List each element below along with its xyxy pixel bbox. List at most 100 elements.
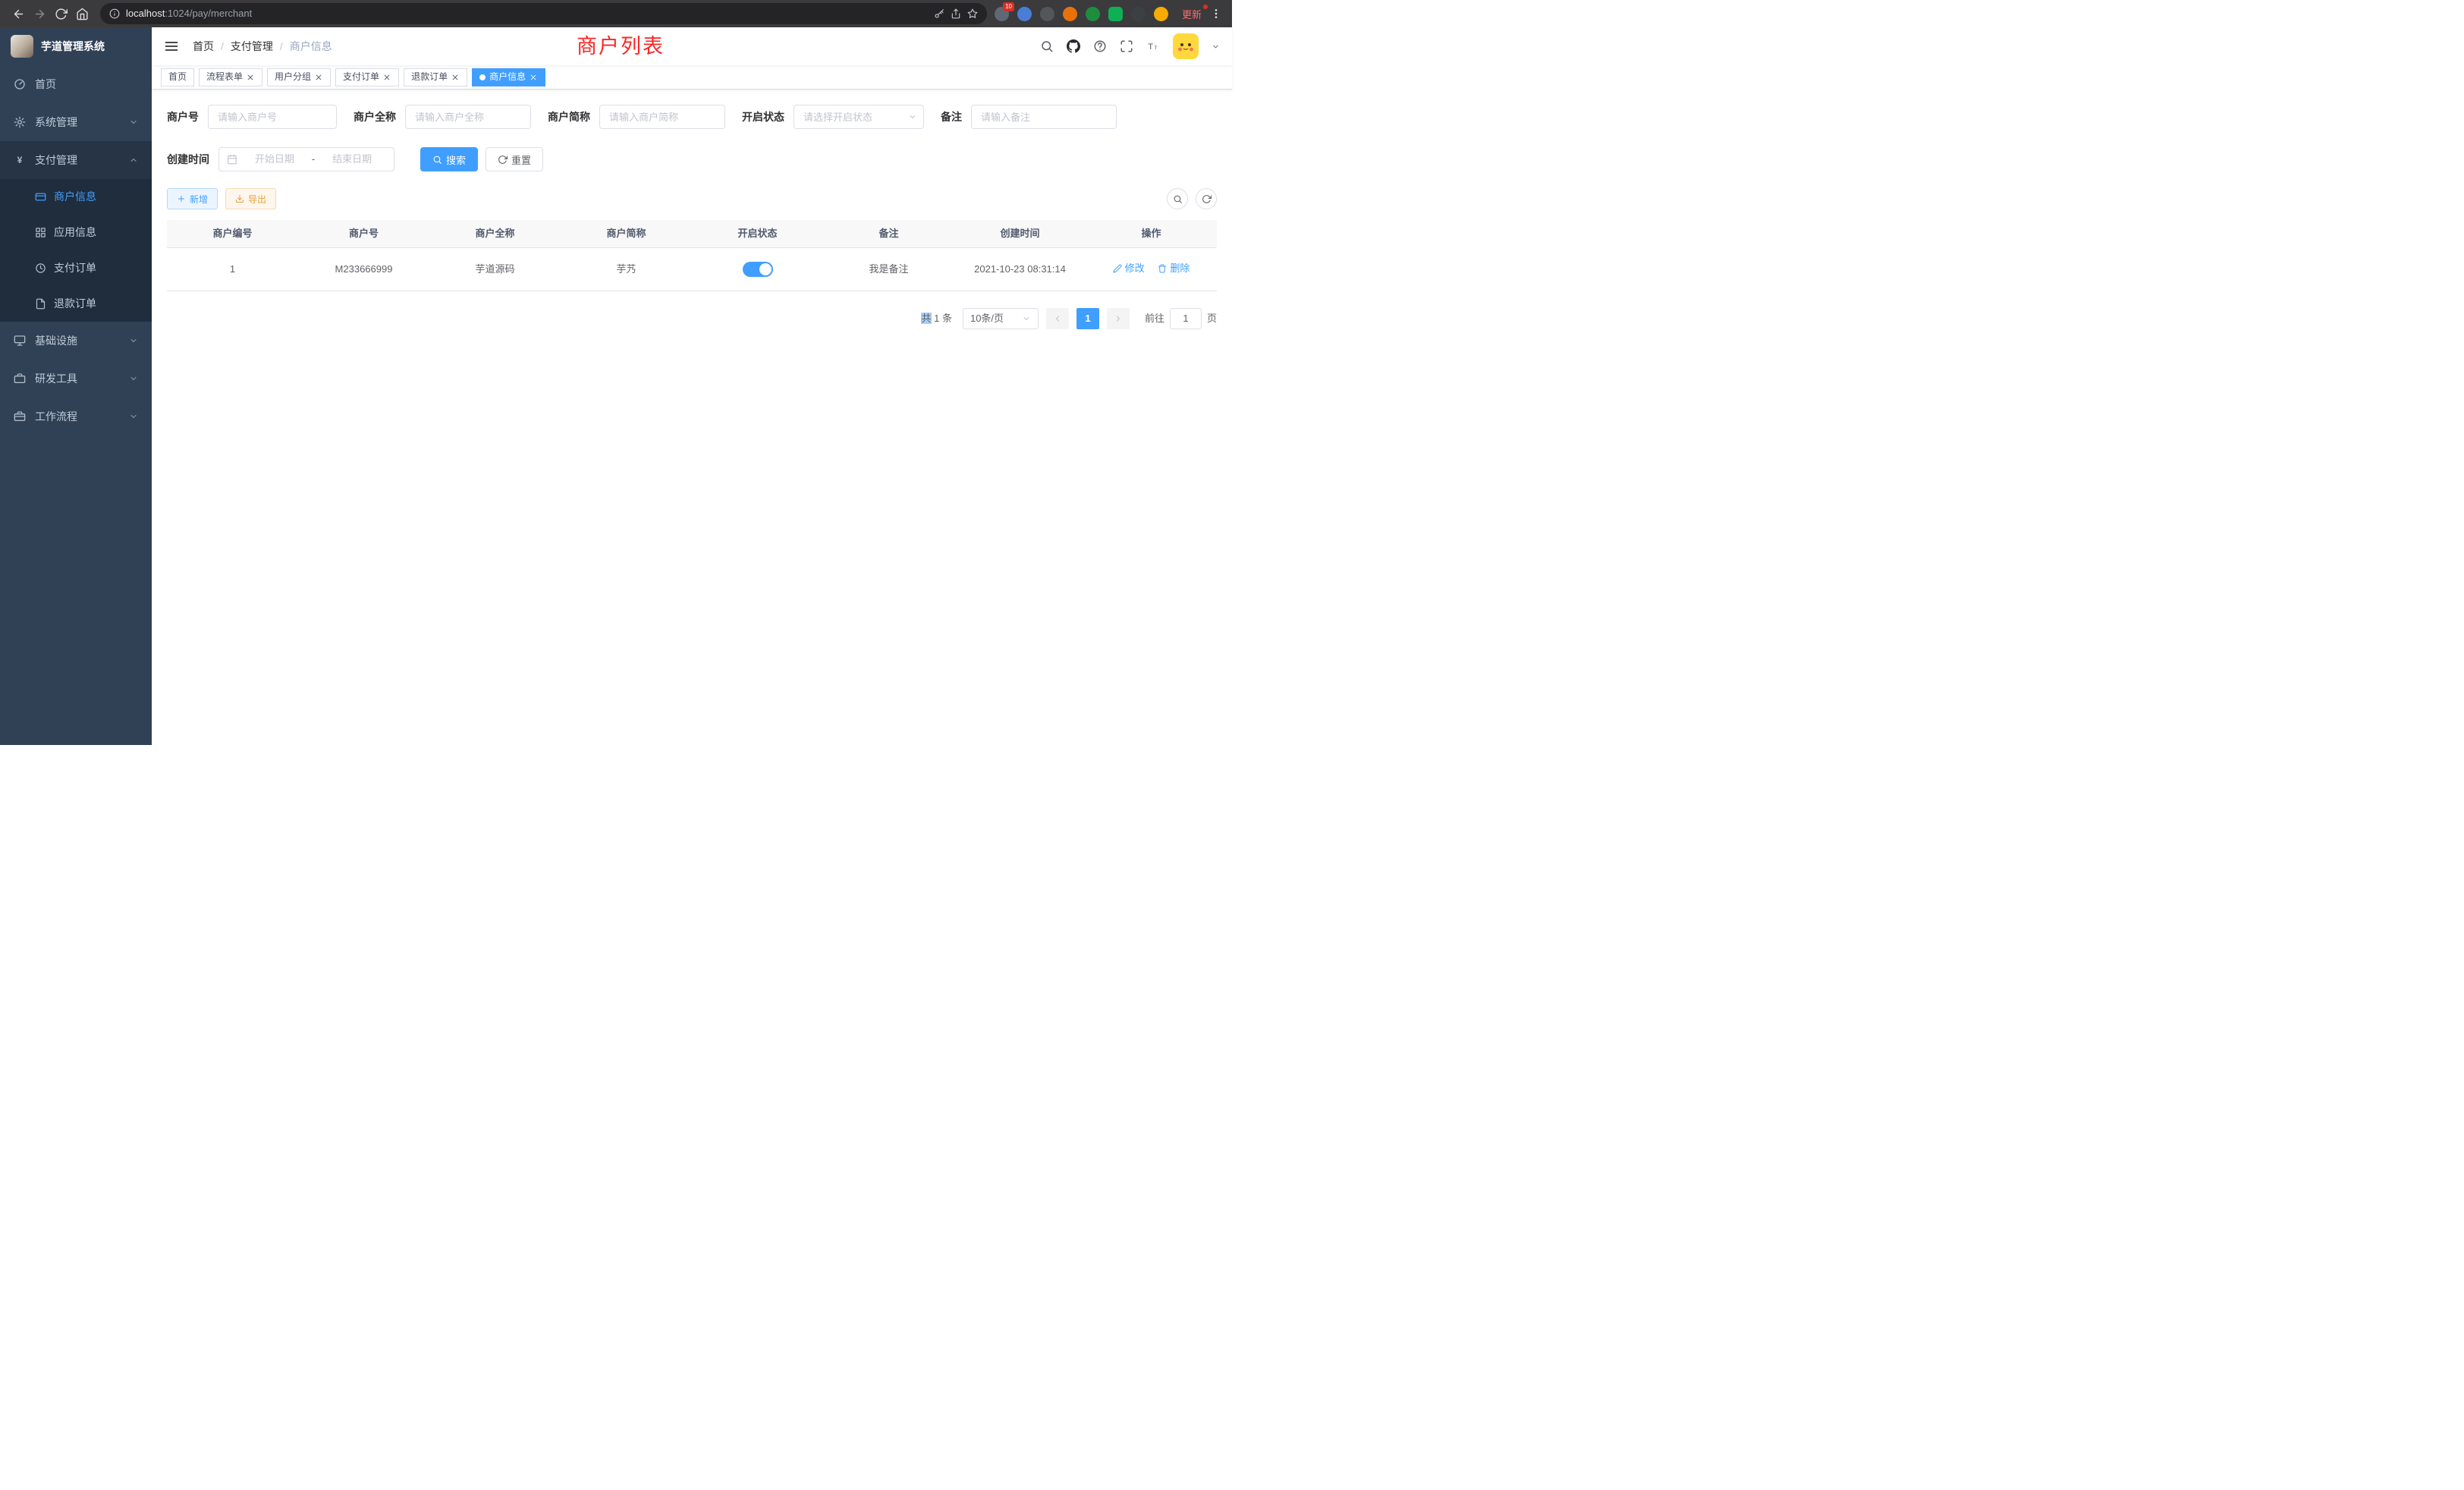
sidebar-item-payment[interactable]: ¥ 支付管理 bbox=[0, 141, 152, 179]
close-icon[interactable] bbox=[451, 73, 460, 81]
sidebar-item-merchant-info[interactable]: 商户信息 bbox=[0, 179, 152, 215]
sidebar-item-infrastructure[interactable]: 基础设施 bbox=[0, 322, 152, 360]
current-page-button[interactable]: 1 bbox=[1076, 308, 1099, 329]
key-icon[interactable] bbox=[934, 8, 944, 19]
close-icon[interactable] bbox=[530, 73, 538, 81]
search-icon bbox=[1173, 194, 1183, 204]
page-size-select[interactable]: 10条/页 bbox=[963, 308, 1039, 329]
dashboard-icon bbox=[14, 78, 26, 90]
chevron-down-icon bbox=[129, 118, 138, 127]
active-tab-dot bbox=[479, 74, 486, 80]
extension-icon-4[interactable] bbox=[1063, 7, 1077, 21]
sidebar-item-workflow[interactable]: 工作流程 bbox=[0, 398, 152, 435]
caret-down-icon[interactable] bbox=[1212, 42, 1220, 51]
extension-icon-8[interactable] bbox=[1154, 7, 1168, 21]
sidebar-item-label: 商户信息 bbox=[54, 190, 96, 203]
toggle-search-button[interactable] bbox=[1167, 188, 1188, 209]
close-icon[interactable] bbox=[247, 73, 255, 81]
short-name-input[interactable] bbox=[599, 105, 725, 129]
close-icon[interactable] bbox=[383, 73, 391, 81]
close-icon[interactable] bbox=[315, 73, 323, 81]
svg-text:T: T bbox=[1155, 46, 1158, 51]
forward-button[interactable] bbox=[29, 3, 50, 24]
edit-link[interactable]: 修改 bbox=[1113, 262, 1145, 275]
next-page-button[interactable] bbox=[1107, 308, 1130, 329]
tab-merchant-info[interactable]: 商户信息 bbox=[472, 68, 545, 86]
bookmark-star-icon[interactable] bbox=[967, 8, 978, 19]
svg-text:¥: ¥ bbox=[17, 155, 23, 165]
hamburger-icon[interactable] bbox=[164, 39, 179, 54]
sidebar-item-home[interactable]: 首页 bbox=[0, 65, 152, 103]
breadcrumb-current: 商户信息 bbox=[290, 40, 332, 53]
filter-label: 商户简称 bbox=[548, 111, 590, 124]
extension-icon-7[interactable] bbox=[1131, 7, 1146, 21]
breadcrumb-payment[interactable]: 支付管理 bbox=[231, 40, 273, 53]
extension-icon-1[interactable]: 10 bbox=[995, 7, 1009, 21]
sidebar-item-label: 基础设施 bbox=[35, 335, 77, 347]
status-select[interactable] bbox=[794, 105, 924, 129]
extension-icon-5[interactable] bbox=[1086, 7, 1100, 21]
filter-status: 开启状态 bbox=[742, 105, 924, 129]
reload-button[interactable] bbox=[50, 3, 71, 24]
sidebar-item-system[interactable]: 系统管理 bbox=[0, 103, 152, 141]
extension-icon-2[interactable] bbox=[1017, 7, 1032, 21]
help-icon[interactable] bbox=[1093, 39, 1107, 53]
breadcrumb: 首页 / 支付管理 / 商户信息 bbox=[193, 40, 332, 53]
extension-icon-3[interactable] bbox=[1040, 7, 1054, 21]
sidebar-item-dev-tools[interactable]: 研发工具 bbox=[0, 360, 152, 398]
column-header: 操作 bbox=[1086, 220, 1217, 247]
full-name-input[interactable] bbox=[405, 105, 531, 129]
remark-input[interactable] bbox=[971, 105, 1117, 129]
filter-label: 备注 bbox=[941, 111, 962, 124]
status-toggle[interactable] bbox=[743, 262, 773, 277]
sidebar-item-app-info[interactable]: 应用信息 bbox=[0, 215, 152, 250]
add-button[interactable]: 新增 bbox=[167, 188, 218, 209]
chevron-left-icon bbox=[1053, 314, 1062, 323]
search-icon[interactable] bbox=[1040, 39, 1054, 53]
tab-home[interactable]: 首页 bbox=[161, 68, 194, 86]
reset-button[interactable]: 重置 bbox=[486, 147, 543, 171]
tab-user-group[interactable]: 用户分组 bbox=[267, 68, 331, 86]
prev-page-button[interactable] bbox=[1046, 308, 1069, 329]
total-rest: 1 条 bbox=[932, 313, 952, 324]
sidebar-item-pay-order[interactable]: 支付订单 bbox=[0, 250, 152, 286]
share-icon[interactable] bbox=[951, 8, 961, 19]
sidebar-logo[interactable]: 芋道管理系统 bbox=[0, 27, 152, 65]
tab-label: 退款订单 bbox=[411, 71, 448, 82]
refresh-icon bbox=[1202, 194, 1212, 204]
search-button[interactable]: 搜索 bbox=[420, 147, 478, 171]
sidebar-item-label: 退款订单 bbox=[54, 297, 96, 310]
refresh-table-button[interactable] bbox=[1196, 188, 1217, 209]
tab-process-form[interactable]: 流程表单 bbox=[199, 68, 262, 86]
top-navbar: 首页 / 支付管理 / 商户信息 商户列表 TT bbox=[152, 27, 1232, 65]
export-button[interactable]: 导出 bbox=[225, 188, 276, 209]
search-button-label: 搜索 bbox=[446, 152, 466, 167]
back-button[interactable] bbox=[8, 3, 29, 24]
filter-merchant-no: 商户号 bbox=[167, 105, 337, 129]
font-size-icon[interactable]: TT bbox=[1146, 39, 1160, 53]
user-avatar[interactable] bbox=[1173, 33, 1199, 59]
cell-merchant-id: 1 bbox=[167, 247, 298, 291]
tab-label: 流程表单 bbox=[206, 71, 243, 82]
tab-refund-order[interactable]: 退款订单 bbox=[404, 68, 467, 86]
info-icon[interactable] bbox=[109, 8, 120, 19]
sidebar-item-label: 首页 bbox=[35, 78, 56, 91]
merchant-no-input[interactable] bbox=[208, 105, 337, 129]
home-button[interactable] bbox=[71, 3, 93, 24]
extension-icon-6[interactable] bbox=[1108, 7, 1123, 21]
update-button[interactable]: 更新 bbox=[1176, 7, 1208, 21]
github-icon[interactable] bbox=[1067, 39, 1080, 53]
browser-menu-button[interactable] bbox=[1208, 8, 1224, 20]
delete-link[interactable]: 删除 bbox=[1158, 262, 1190, 275]
fullscreen-icon[interactable] bbox=[1120, 39, 1133, 53]
breadcrumb-home[interactable]: 首页 bbox=[193, 40, 214, 53]
create-time-range-picker[interactable]: 开始日期 - 结束日期 bbox=[218, 147, 394, 171]
cell-status bbox=[692, 247, 823, 291]
sidebar-item-label: 应用信息 bbox=[54, 226, 96, 239]
address-bar[interactable]: localhost:1024/pay/merchant bbox=[100, 3, 987, 24]
goto-page-input[interactable] bbox=[1170, 308, 1202, 329]
tab-pay-order[interactable]: 支付订单 bbox=[335, 68, 399, 86]
filter-label: 商户号 bbox=[167, 111, 199, 124]
sidebar-item-refund-order[interactable]: 退款订单 bbox=[0, 286, 152, 322]
download-icon bbox=[235, 194, 244, 203]
